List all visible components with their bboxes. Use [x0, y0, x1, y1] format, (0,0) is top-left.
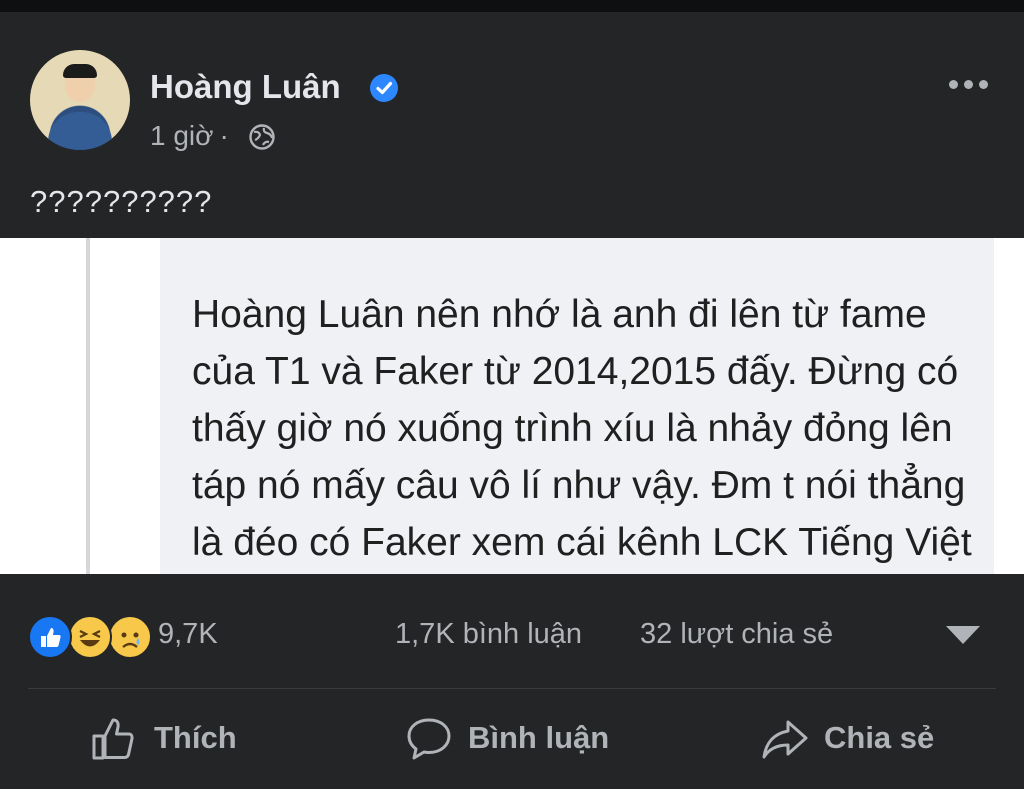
haha-reaction-icon[interactable]	[68, 615, 112, 659]
share-arrow-icon	[762, 720, 808, 759]
divider	[28, 688, 996, 689]
post-meta: 1 giờ ·	[150, 120, 235, 152]
post-footer: 9,7K 1,7K bình luận 32 lượt chia sẻ Thíc…	[0, 574, 1024, 789]
reactions-count[interactable]: 9,7K	[158, 618, 218, 651]
comment-bubble-icon	[407, 718, 451, 760]
like-button[interactable]: Thích	[90, 714, 290, 764]
post-time[interactable]: 1 giờ	[150, 120, 214, 151]
avatar-hair	[63, 64, 97, 78]
more-options-icon[interactable]	[945, 70, 993, 98]
meta-separator: ·	[219, 120, 229, 151]
quoted-comment-text: Hoàng Luân nên nhớ là anh đi lên từ fame…	[192, 293, 972, 564]
post-image[interactable]: Hoàng Luân nên nhớ là anh đi lên từ fame…	[0, 238, 1024, 574]
avatar-shirt	[48, 112, 112, 150]
avatar[interactable]	[30, 50, 130, 150]
comment-button[interactable]: Bình luận	[404, 714, 644, 764]
globe-icon	[249, 124, 275, 150]
chevron-down-icon[interactable]	[946, 626, 980, 644]
post-header: Hoàng Luân 1 giờ · ??????????	[0, 12, 1024, 238]
thumbs-up-icon	[92, 718, 134, 760]
shares-count[interactable]: 32 lượt chia sẻ	[640, 618, 833, 651]
like-reaction-icon[interactable]	[28, 615, 72, 659]
comments-count[interactable]: 1,7K bình luận	[395, 618, 582, 651]
like-label: Thích	[154, 720, 237, 755]
comment-label: Bình luận	[468, 720, 610, 755]
thread-line	[86, 238, 90, 574]
share-button[interactable]: Chia sẻ	[760, 714, 970, 764]
verified-badge-icon	[370, 74, 398, 102]
share-label: Chia sẻ	[824, 720, 935, 755]
post-caption: ??????????	[30, 184, 213, 219]
sad-reaction-icon[interactable]	[108, 615, 152, 659]
author-name[interactable]: Hoàng Luân	[150, 68, 341, 106]
top-strip	[0, 0, 1024, 12]
